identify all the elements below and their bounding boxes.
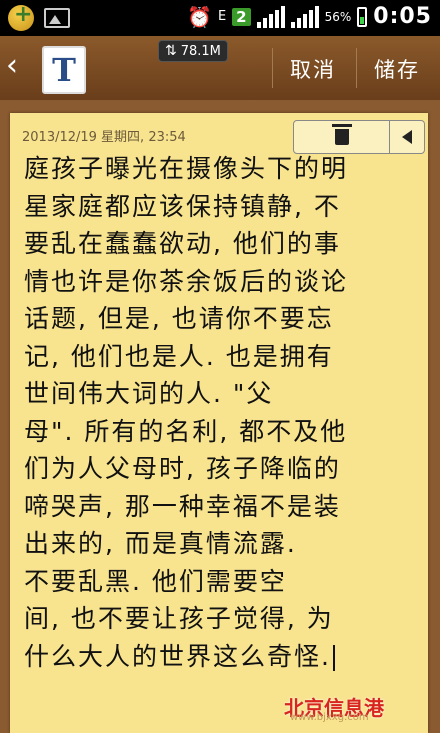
trash-icon: [331, 124, 352, 145]
notification-badge: 2: [232, 7, 251, 26]
note-line: 记, 他们也是人. 也是拥有: [24, 341, 334, 371]
alarm-icon: ⏰: [187, 4, 212, 29]
note-line: 们为人父母时, 孩子降临的: [24, 454, 341, 483]
swap-arrows-icon: ⇅: [165, 43, 177, 59]
note-line: 出来的, 而是真情流露.: [24, 529, 297, 558]
note-line: 星家庭都应该保持镇静, 不: [24, 191, 341, 221]
status-bar: ⏰ E 2 56% 0:05: [0, 0, 440, 36]
status-left-icons: [8, 2, 70, 31]
left-arrow-icon: [402, 130, 412, 144]
text-cursor: [332, 644, 335, 671]
memory-value: 78.1M: [180, 43, 221, 59]
note-tools: [293, 120, 425, 154]
clock: 0:05: [373, 4, 432, 29]
signal-icon: [256, 5, 285, 28]
signal-icon-2: [290, 5, 319, 28]
app-icon: [8, 2, 34, 31]
note-line: 庭孩子曝光在摄像头下的明: [24, 154, 349, 183]
back-chevron-icon[interactable]: ‹: [6, 48, 18, 83]
delete-button[interactable]: [294, 121, 390, 153]
save-button[interactable]: 储存: [374, 54, 420, 84]
divider: [356, 48, 357, 88]
memory-widget[interactable]: ⇅ 78.1M: [158, 40, 228, 62]
note-line: 要乱在蠢蠢欲动, 他们的事: [24, 229, 341, 258]
note-line-last: 什么大人的世界这么奇怪.: [24, 638, 424, 676]
status-right-icons: ⏰ E 2 56% 0:05: [187, 4, 432, 29]
note-line: 世间伟大词的人. "父: [24, 379, 274, 408]
prev-button[interactable]: [390, 121, 424, 153]
divider: [272, 48, 273, 88]
toolbar: ‹ T ⇅ 78.1M 取消 储存: [0, 36, 440, 101]
note-date: 2013/12/19 星期四, 23:54: [22, 130, 186, 145]
note-line: 话题, 但是, 也请你不要忘: [24, 304, 334, 333]
note-line: 啼哭声, 那一种幸福不是装: [24, 491, 341, 521]
network-type: E: [217, 8, 227, 24]
note-line: 情也许是你茶余饭后的谈论: [24, 266, 349, 296]
note-line: 母". 所有的名利, 都不及他: [24, 416, 348, 446]
cancel-button[interactable]: 取消: [290, 54, 336, 84]
app-logo-icon: T: [42, 46, 86, 94]
gallery-icon: [44, 8, 70, 28]
watermark-url: www.bjxxg.com: [290, 712, 369, 723]
note-line: 不要乱黑. 他们需要空: [24, 566, 287, 596]
battery-icon: [357, 6, 368, 27]
note-line: 间, 也不要让孩子觉得, 为: [24, 604, 334, 633]
note-body[interactable]: 庭孩子曝光在摄像头下的明 星家庭都应该保持镇静, 不 要乱在蠢蠢欲动, 他们的事…: [24, 150, 424, 675]
note-line-text: 什么大人的世界这么奇怪.: [24, 641, 331, 671]
battery-percent: 56%: [324, 9, 352, 24]
